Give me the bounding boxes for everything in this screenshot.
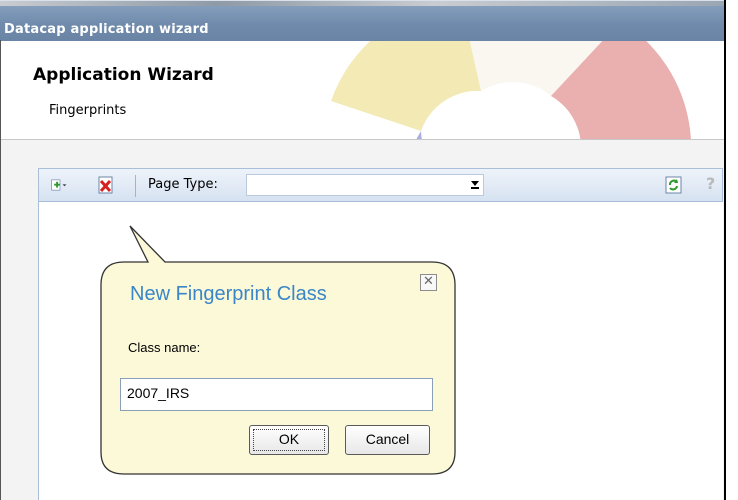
class-name-input[interactable]: 2007_IRS [120, 378, 433, 411]
popup-title: New Fingerprint Class [130, 283, 327, 305]
cancel-button[interactable]: Cancel [345, 425, 430, 455]
class-name-label: Class name: [128, 340, 201, 355]
ok-button[interactable]: OK [249, 425, 329, 455]
close-icon[interactable]: ✕ [420, 274, 437, 291]
